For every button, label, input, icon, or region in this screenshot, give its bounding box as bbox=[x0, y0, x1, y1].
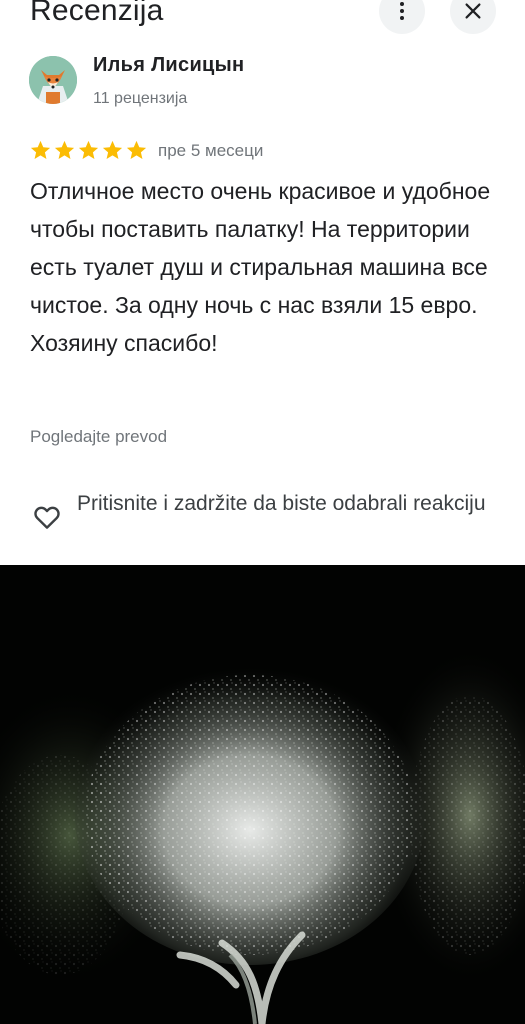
review-date: пре 5 месеци bbox=[158, 141, 264, 160]
more-options-button[interactable] bbox=[379, 0, 425, 34]
reviewer-review-count: 11 рецензија bbox=[93, 90, 188, 107]
star-icon bbox=[78, 140, 99, 160]
star-icon bbox=[54, 140, 75, 160]
olive-tree-photo bbox=[0, 565, 525, 1024]
close-icon bbox=[465, 3, 481, 19]
more-vert-icon bbox=[400, 2, 404, 20]
review-photo[interactable] bbox=[0, 565, 525, 1024]
reaction-prompt[interactable]: Pritisnite i zadržite da biste odabrali … bbox=[77, 488, 507, 519]
page-title: Recenzija bbox=[30, 0, 164, 27]
reviewer-name[interactable]: Илья Лисицын bbox=[93, 54, 244, 77]
star-rating bbox=[29, 139, 148, 162]
avatar[interactable] bbox=[29, 56, 77, 104]
star-icon bbox=[102, 140, 123, 160]
fox-avatar-icon bbox=[29, 56, 77, 104]
see-translation-link[interactable]: Pogledajte prevod bbox=[30, 427, 167, 447]
heart-outline-icon[interactable] bbox=[32, 502, 62, 532]
close-button[interactable] bbox=[450, 0, 496, 34]
star-icon bbox=[126, 140, 147, 160]
header: Recenzija bbox=[0, 0, 525, 40]
review-text: Отличное место очень красивое и удобное … bbox=[30, 178, 491, 356]
star-icon bbox=[30, 140, 51, 160]
review-page: Recenzija Илья Лисицын 11 рецензија пре … bbox=[0, 0, 525, 1024]
